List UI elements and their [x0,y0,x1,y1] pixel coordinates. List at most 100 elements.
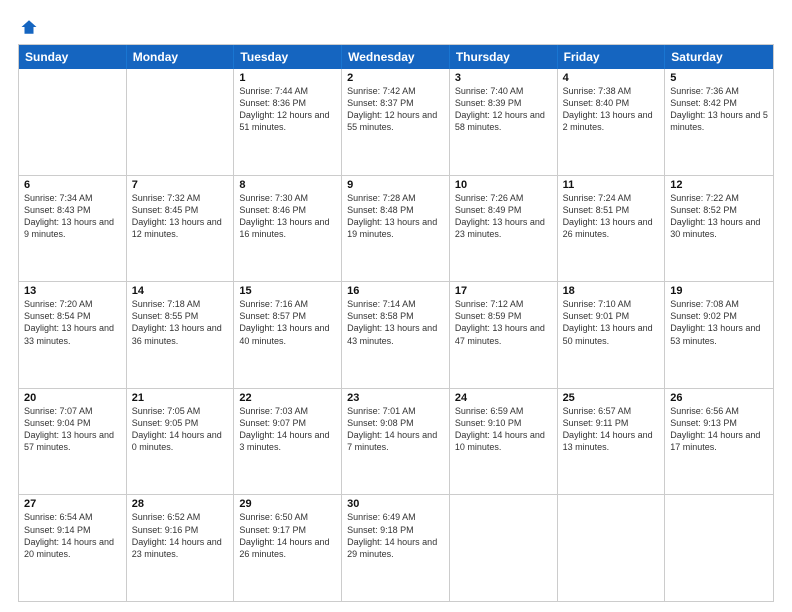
day-info: Sunrise: 7:40 AM Sunset: 8:39 PM Dayligh… [455,85,552,134]
calendar-cell: 14Sunrise: 7:18 AM Sunset: 8:55 PM Dayli… [127,282,235,388]
calendar-cell: 18Sunrise: 7:10 AM Sunset: 9:01 PM Dayli… [558,282,666,388]
calendar-row-3: 13Sunrise: 7:20 AM Sunset: 8:54 PM Dayli… [19,281,773,388]
header [18,18,774,36]
calendar-cell: 25Sunrise: 6:57 AM Sunset: 9:11 PM Dayli… [558,389,666,495]
page: SundayMondayTuesdayWednesdayThursdayFrid… [0,0,792,612]
day-info: Sunrise: 6:57 AM Sunset: 9:11 PM Dayligh… [563,405,660,454]
calendar-cell: 6Sunrise: 7:34 AM Sunset: 8:43 PM Daylig… [19,176,127,282]
day-number: 2 [347,72,444,84]
calendar-cell: 11Sunrise: 7:24 AM Sunset: 8:51 PM Dayli… [558,176,666,282]
calendar-cell: 16Sunrise: 7:14 AM Sunset: 8:58 PM Dayli… [342,282,450,388]
day-info: Sunrise: 7:38 AM Sunset: 8:40 PM Dayligh… [563,85,660,134]
calendar-cell: 23Sunrise: 7:01 AM Sunset: 9:08 PM Dayli… [342,389,450,495]
day-number: 14 [132,285,229,297]
day-number: 16 [347,285,444,297]
day-info: Sunrise: 7:05 AM Sunset: 9:05 PM Dayligh… [132,405,229,454]
day-number: 27 [24,498,121,510]
calendar-cell: 3Sunrise: 7:40 AM Sunset: 8:39 PM Daylig… [450,69,558,175]
day-info: Sunrise: 7:07 AM Sunset: 9:04 PM Dayligh… [24,405,121,454]
calendar-row-4: 20Sunrise: 7:07 AM Sunset: 9:04 PM Dayli… [19,388,773,495]
day-number: 11 [563,179,660,191]
day-number: 24 [455,392,552,404]
calendar-cell: 13Sunrise: 7:20 AM Sunset: 8:54 PM Dayli… [19,282,127,388]
calendar-row-2: 6Sunrise: 7:34 AM Sunset: 8:43 PM Daylig… [19,175,773,282]
day-number: 12 [670,179,768,191]
day-header-wednesday: Wednesday [342,45,450,69]
day-number: 4 [563,72,660,84]
day-number: 8 [239,179,336,191]
day-info: Sunrise: 7:14 AM Sunset: 8:58 PM Dayligh… [347,298,444,347]
day-info: Sunrise: 7:16 AM Sunset: 8:57 PM Dayligh… [239,298,336,347]
calendar-cell: 21Sunrise: 7:05 AM Sunset: 9:05 PM Dayli… [127,389,235,495]
day-info: Sunrise: 6:52 AM Sunset: 9:16 PM Dayligh… [132,511,229,560]
day-header-sunday: Sunday [19,45,127,69]
day-number: 30 [347,498,444,510]
calendar-cell: 20Sunrise: 7:07 AM Sunset: 9:04 PM Dayli… [19,389,127,495]
day-info: Sunrise: 7:01 AM Sunset: 9:08 PM Dayligh… [347,405,444,454]
day-info: Sunrise: 7:26 AM Sunset: 8:49 PM Dayligh… [455,192,552,241]
day-info: Sunrise: 7:30 AM Sunset: 8:46 PM Dayligh… [239,192,336,241]
day-header-thursday: Thursday [450,45,558,69]
calendar-header: SundayMondayTuesdayWednesdayThursdayFrid… [19,45,773,69]
day-info: Sunrise: 7:12 AM Sunset: 8:59 PM Dayligh… [455,298,552,347]
day-info: Sunrise: 7:42 AM Sunset: 8:37 PM Dayligh… [347,85,444,134]
calendar-body: 1Sunrise: 7:44 AM Sunset: 8:36 PM Daylig… [19,69,773,601]
day-header-monday: Monday [127,45,235,69]
calendar-cell: 30Sunrise: 6:49 AM Sunset: 9:18 PM Dayli… [342,495,450,601]
calendar-cell [19,69,127,175]
day-number: 19 [670,285,768,297]
day-info: Sunrise: 7:24 AM Sunset: 8:51 PM Dayligh… [563,192,660,241]
day-info: Sunrise: 7:20 AM Sunset: 8:54 PM Dayligh… [24,298,121,347]
day-info: Sunrise: 7:18 AM Sunset: 8:55 PM Dayligh… [132,298,229,347]
calendar-cell: 19Sunrise: 7:08 AM Sunset: 9:02 PM Dayli… [665,282,773,388]
calendar-cell: 2Sunrise: 7:42 AM Sunset: 8:37 PM Daylig… [342,69,450,175]
day-info: Sunrise: 7:28 AM Sunset: 8:48 PM Dayligh… [347,192,444,241]
calendar-cell: 5Sunrise: 7:36 AM Sunset: 8:42 PM Daylig… [665,69,773,175]
day-info: Sunrise: 6:56 AM Sunset: 9:13 PM Dayligh… [670,405,768,454]
day-number: 28 [132,498,229,510]
calendar-cell: 1Sunrise: 7:44 AM Sunset: 8:36 PM Daylig… [234,69,342,175]
day-number: 23 [347,392,444,404]
day-info: Sunrise: 6:59 AM Sunset: 9:10 PM Dayligh… [455,405,552,454]
day-number: 5 [670,72,768,84]
day-number: 22 [239,392,336,404]
day-number: 15 [239,285,336,297]
calendar-cell: 26Sunrise: 6:56 AM Sunset: 9:13 PM Dayli… [665,389,773,495]
day-number: 29 [239,498,336,510]
calendar: SundayMondayTuesdayWednesdayThursdayFrid… [18,44,774,602]
calendar-cell: 28Sunrise: 6:52 AM Sunset: 9:16 PM Dayli… [127,495,235,601]
calendar-row-1: 1Sunrise: 7:44 AM Sunset: 8:36 PM Daylig… [19,69,773,175]
day-number: 3 [455,72,552,84]
calendar-cell [127,69,235,175]
calendar-cell: 8Sunrise: 7:30 AM Sunset: 8:46 PM Daylig… [234,176,342,282]
day-info: Sunrise: 7:22 AM Sunset: 8:52 PM Dayligh… [670,192,768,241]
day-info: Sunrise: 7:44 AM Sunset: 8:36 PM Dayligh… [239,85,336,134]
day-info: Sunrise: 7:03 AM Sunset: 9:07 PM Dayligh… [239,405,336,454]
calendar-cell [665,495,773,601]
logo [18,18,36,36]
day-info: Sunrise: 6:50 AM Sunset: 9:17 PM Dayligh… [239,511,336,560]
day-number: 18 [563,285,660,297]
logo-icon [20,18,38,36]
day-number: 17 [455,285,552,297]
calendar-cell: 24Sunrise: 6:59 AM Sunset: 9:10 PM Dayli… [450,389,558,495]
calendar-cell: 17Sunrise: 7:12 AM Sunset: 8:59 PM Dayli… [450,282,558,388]
calendar-cell: 7Sunrise: 7:32 AM Sunset: 8:45 PM Daylig… [127,176,235,282]
day-number: 20 [24,392,121,404]
calendar-cell: 10Sunrise: 7:26 AM Sunset: 8:49 PM Dayli… [450,176,558,282]
calendar-row-5: 27Sunrise: 6:54 AM Sunset: 9:14 PM Dayli… [19,494,773,601]
calendar-cell: 4Sunrise: 7:38 AM Sunset: 8:40 PM Daylig… [558,69,666,175]
day-number: 6 [24,179,121,191]
day-info: Sunrise: 6:49 AM Sunset: 9:18 PM Dayligh… [347,511,444,560]
day-info: Sunrise: 7:32 AM Sunset: 8:45 PM Dayligh… [132,192,229,241]
day-number: 13 [24,285,121,297]
day-header-saturday: Saturday [665,45,773,69]
day-number: 9 [347,179,444,191]
calendar-cell [450,495,558,601]
day-header-friday: Friday [558,45,666,69]
day-number: 25 [563,392,660,404]
calendar-cell: 29Sunrise: 6:50 AM Sunset: 9:17 PM Dayli… [234,495,342,601]
calendar-cell: 22Sunrise: 7:03 AM Sunset: 9:07 PM Dayli… [234,389,342,495]
calendar-cell: 27Sunrise: 6:54 AM Sunset: 9:14 PM Dayli… [19,495,127,601]
day-info: Sunrise: 6:54 AM Sunset: 9:14 PM Dayligh… [24,511,121,560]
